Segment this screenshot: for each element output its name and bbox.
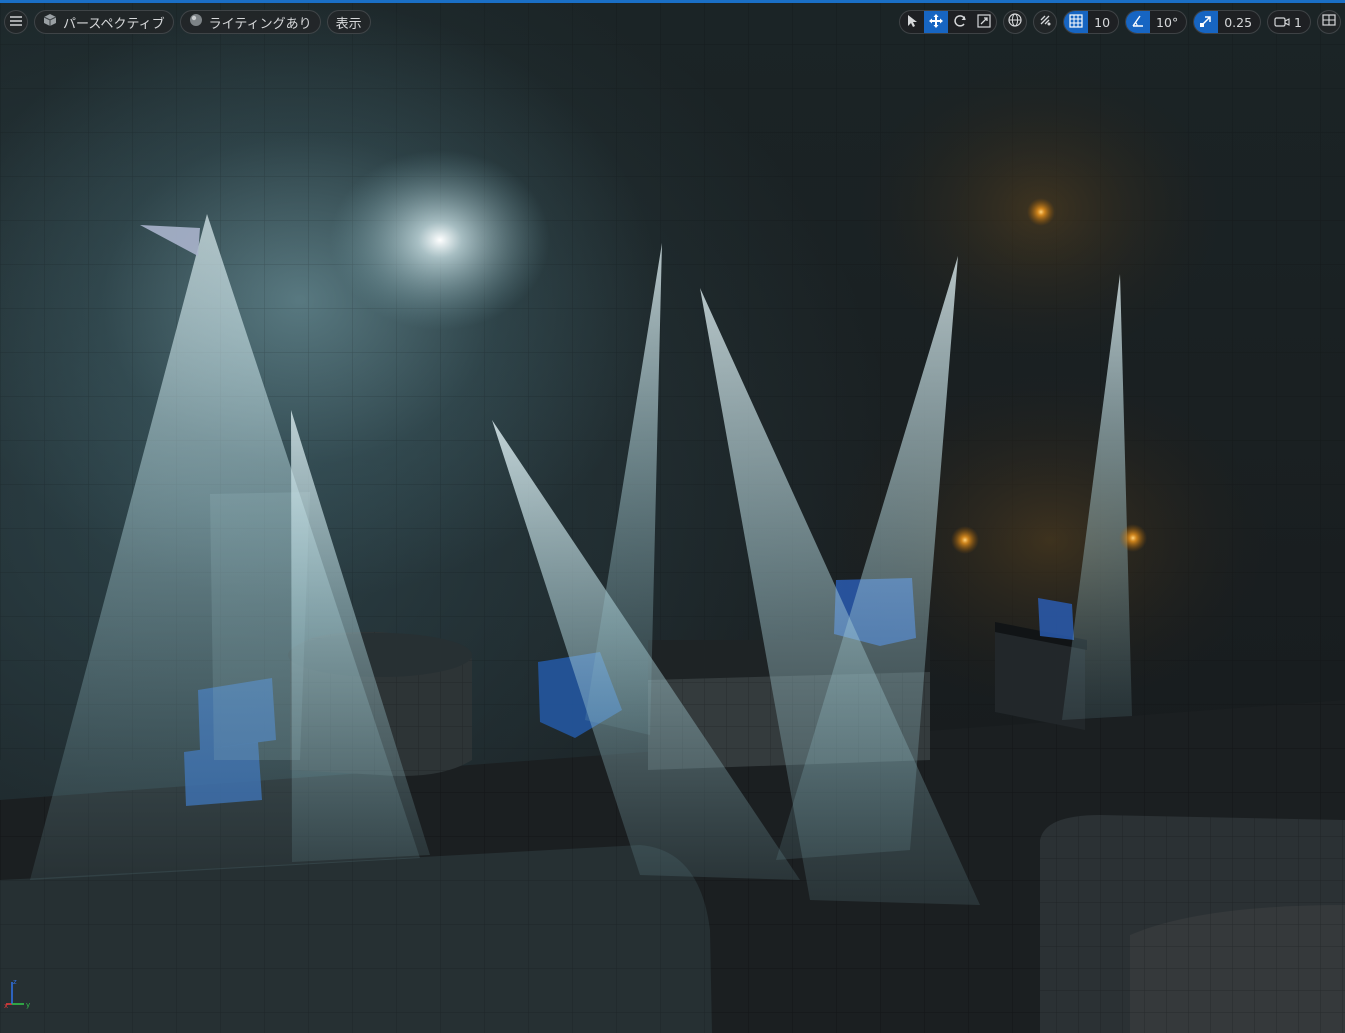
viewport-toolbar-left: パースペクティブ ライティングあり 表示 (4, 10, 371, 34)
sphere-icon (189, 13, 203, 31)
rotate-tool-button[interactable] (948, 11, 972, 33)
grid-snap-value: 10 (1094, 14, 1111, 30)
angle-icon (1131, 13, 1145, 32)
viewport-menu-button[interactable] (4, 10, 28, 34)
scene-render[interactable] (0, 0, 1345, 1033)
grid-icon (1069, 13, 1083, 32)
rotation-snap-value: 10° (1156, 14, 1179, 30)
transform-tools (899, 10, 998, 34)
move-arrows-icon (929, 13, 944, 32)
cube-icon (43, 13, 57, 31)
menu-icon (10, 15, 22, 30)
camera-icon (1274, 13, 1290, 32)
select-tool-button[interactable] (900, 11, 924, 33)
svg-text:z: z (13, 978, 17, 986)
viewport-layout-button[interactable] (1317, 10, 1341, 34)
svg-text:x: x (4, 1002, 8, 1010)
camera-speed-control[interactable]: 1 (1267, 10, 1311, 34)
camera-speed-value: 1 (1294, 14, 1302, 30)
grid-snap-control[interactable]: 10 (1063, 10, 1120, 34)
scale-icon (977, 13, 991, 32)
surface-snap-button[interactable] (1033, 10, 1058, 34)
show-menu-button[interactable]: 表示 (326, 10, 371, 34)
rotation-snap-toggle[interactable] (1126, 11, 1151, 33)
world-local-toggle[interactable] (1003, 10, 1028, 34)
perspective-button[interactable]: パースペクティブ (34, 10, 174, 34)
level-viewport[interactable]: パースペクティブ ライティングあり 表示 10 10° 0.25 1 x z y (0, 0, 1345, 1033)
viewport-toolbar-right: 10 10° 0.25 1 (899, 10, 1341, 34)
globe-icon (1008, 13, 1022, 31)
surface-snap-icon (1038, 13, 1052, 31)
translate-tool-button[interactable] (924, 11, 949, 33)
layout-grid-icon (1322, 14, 1336, 30)
grid-snap-toggle[interactable] (1064, 11, 1089, 33)
lighting-mode-button[interactable]: ライティングあり (179, 10, 321, 34)
scale-tool-button[interactable] (972, 11, 996, 33)
viewport-active-bar (0, 0, 1345, 3)
svg-text:y: y (26, 1001, 30, 1009)
scale-snap-toggle[interactable] (1194, 11, 1219, 33)
cursor-icon (906, 13, 918, 32)
lighting-label: ライティングあり (208, 16, 312, 32)
axis-gizmo-icon: x z y (4, 978, 30, 1010)
rotation-snap-control[interactable]: 10° (1125, 10, 1188, 34)
scale-snap-value: 0.25 (1224, 14, 1253, 30)
show-label: 表示 (335, 16, 362, 32)
scale-snap-icon (1199, 13, 1213, 32)
rotate-icon (953, 13, 967, 32)
perspective-label: パースペクティブ (63, 16, 165, 32)
scale-snap-control[interactable]: 0.25 (1193, 10, 1262, 34)
